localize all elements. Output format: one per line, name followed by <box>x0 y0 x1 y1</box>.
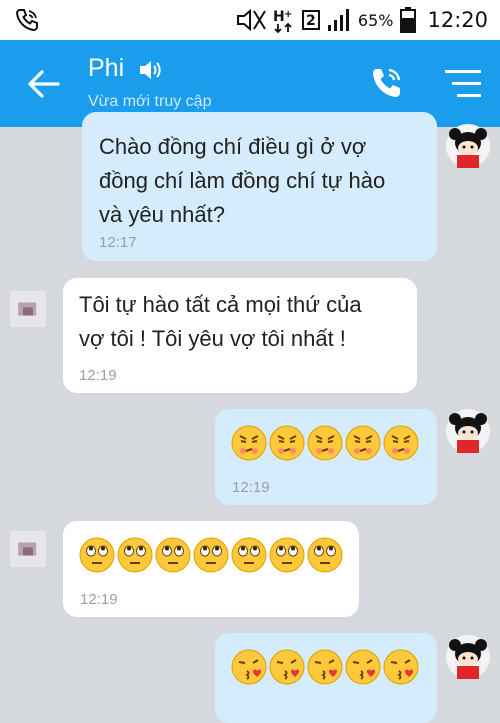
sent-emoji-bubble[interactable] <box>215 633 437 723</box>
message-time: 12:19 <box>80 591 118 608</box>
contact-avatar[interactable] <box>10 274 46 344</box>
last-seen-status: Vừa mới truy cập <box>88 93 212 110</box>
rolling-eyes-face-icon <box>231 537 267 573</box>
contact-name[interactable]: Phi <box>88 54 124 83</box>
pouting-face-icon <box>307 425 343 461</box>
menu-icon[interactable] <box>443 68 483 100</box>
sent-message-bubble[interactable]: Chào đồng chí điều gì ở vợ đồng chí làm … <box>82 112 437 261</box>
signal-icon <box>327 9 349 31</box>
speaker-icon <box>140 61 161 79</box>
contact-avatar[interactable] <box>10 519 46 579</box>
hplus-icon: H + <box>273 9 292 33</box>
rolling-eyes-face-icon <box>307 537 343 573</box>
message-line: đồng chí làm đồng chí tự hào <box>99 168 386 193</box>
svg-text:+: + <box>284 9 292 20</box>
rolling-eyes-face-icon <box>193 537 229 573</box>
status-bar: H + 2 65% 12:20 <box>0 0 500 40</box>
rolling-eyes-face-icon <box>269 537 305 573</box>
clock: 12:20 <box>427 8 488 32</box>
call-icon[interactable] <box>368 64 406 102</box>
my-avatar[interactable] <box>446 409 490 453</box>
kissing-heart-face-icon <box>345 649 381 685</box>
sim-badge: 2 <box>301 10 320 30</box>
received-emoji-bubble[interactable]: 12:19 <box>63 521 359 617</box>
message-time: 12:17 <box>99 234 137 251</box>
message-line: vợ tôi ! Tôi yêu vợ tôi nhất ! <box>79 326 346 351</box>
pouting-face-icon <box>345 425 381 461</box>
message-time: 12:19 <box>79 367 117 384</box>
my-avatar[interactable] <box>446 635 490 679</box>
received-message-bubble[interactable]: Tôi tự hào tất cả mọi thứ của vợ tôi ! T… <box>63 278 417 393</box>
message-line: Tôi tự hào tất cả mọi thứ của <box>79 292 362 317</box>
back-arrow-icon[interactable] <box>26 66 62 102</box>
battery-icon <box>400 7 417 33</box>
kissing-heart-face-icon <box>231 649 267 685</box>
sent-emoji-bubble[interactable]: 12:19 <box>215 409 437 505</box>
rolling-eyes-face-icon <box>117 537 153 573</box>
message-line: và yêu nhất? <box>99 202 225 227</box>
battery-percent: 65% <box>357 10 394 30</box>
rolling-eyes-face-icon <box>155 537 191 573</box>
phone-status-icon <box>15 9 38 32</box>
kissing-heart-face-icon <box>269 649 305 685</box>
mute-icon <box>236 9 266 31</box>
my-avatar[interactable] <box>446 124 490 168</box>
svg-text:H: H <box>273 9 285 25</box>
pouting-face-icon <box>269 425 305 461</box>
kissing-heart-face-icon <box>383 649 419 685</box>
kissing-heart-face-icon <box>307 649 343 685</box>
rolling-eyes-face-icon <box>79 537 115 573</box>
pouting-face-icon <box>383 425 419 461</box>
pouting-face-icon <box>231 425 267 461</box>
message-line: Chào đồng chí điều gì ở vợ <box>99 134 367 159</box>
message-time: 12:19 <box>232 479 270 496</box>
